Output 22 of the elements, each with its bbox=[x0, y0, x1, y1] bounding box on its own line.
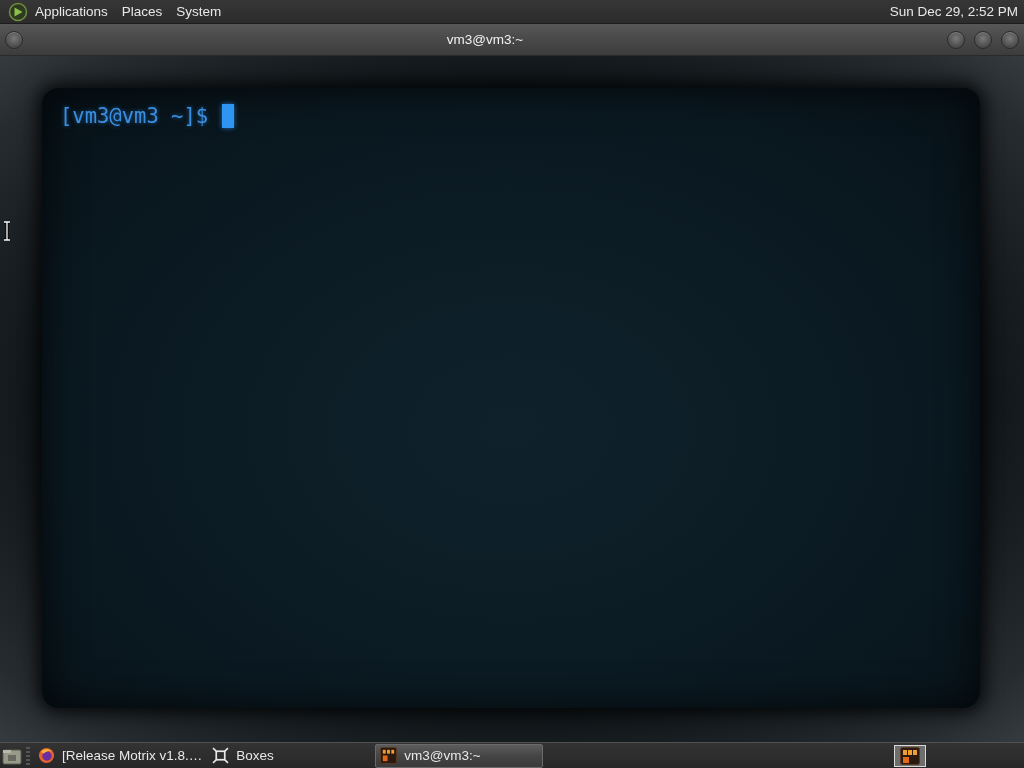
shell-prompt: [vm3@vm3 ~]$ bbox=[60, 104, 209, 128]
app-icon bbox=[38, 747, 55, 764]
menu-logo-icon[interactable] bbox=[8, 1, 28, 22]
app-icon bbox=[380, 747, 398, 764]
taskbar-button[interactable]: Boxes bbox=[207, 743, 376, 768]
maximize-button[interactable] bbox=[974, 30, 992, 49]
minimize-button[interactable] bbox=[947, 30, 965, 49]
close-button[interactable] bbox=[1001, 30, 1019, 49]
window-menu-button[interactable] bbox=[5, 30, 23, 49]
tray-button[interactable] bbox=[894, 744, 926, 767]
i-beam-pointer-icon bbox=[2, 221, 12, 241]
app-icon bbox=[900, 746, 920, 765]
window-title: vm3@vm3:~ bbox=[445, 32, 525, 47]
block-cursor-icon bbox=[222, 104, 235, 128]
taskbar-button[interactable]: [Release Motrix v1.8.… bbox=[33, 743, 208, 768]
menu-item[interactable]: Places bbox=[119, 0, 170, 23]
clock[interactable]: Sun Dec 29, 2:52 PM bbox=[889, 4, 1020, 19]
taskbar-button[interactable]: vm3@vm3:~ bbox=[375, 743, 544, 768]
terminal-screen[interactable]: [vm3@vm3 ~]$ bbox=[42, 88, 980, 708]
menu-item[interactable]: Applications bbox=[33, 0, 115, 23]
frame-icon bbox=[212, 747, 230, 764]
menu-item[interactable]: System bbox=[174, 0, 229, 23]
